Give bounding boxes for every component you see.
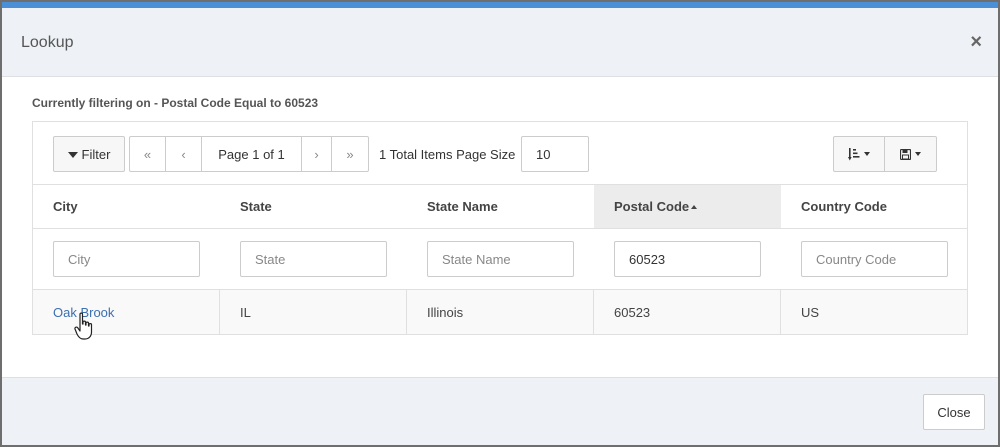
prev-page-button[interactable]: ‹ xyxy=(166,137,202,171)
column-header-city[interactable]: City xyxy=(33,185,220,228)
dialog-footer: Close xyxy=(2,377,998,445)
column-filter-row xyxy=(33,229,967,290)
filter-button-label: Filter xyxy=(81,146,111,162)
sort-amount-icon xyxy=(848,147,860,160)
filter-button[interactable]: Filter xyxy=(53,136,125,172)
lookup-dialog: Lookup × Currently filtering on - Postal… xyxy=(0,0,1000,447)
column-header-state[interactable]: State xyxy=(220,185,407,228)
column-header-postal-code[interactable]: Postal Code xyxy=(594,185,781,228)
hand-cursor-icon xyxy=(74,312,93,340)
column-header-row: City State State Name Postal Code Countr… xyxy=(33,185,967,229)
state-name-filter-input[interactable] xyxy=(427,241,574,277)
sort-ascending-icon xyxy=(691,204,698,209)
close-button[interactable]: Close xyxy=(923,394,985,430)
cell-state: IL xyxy=(220,290,407,334)
export-menu-button[interactable] xyxy=(885,137,936,171)
state-filter-input[interactable] xyxy=(240,241,387,277)
grid-toolbar: Filter « ‹ Page 1 of 1 › » 1 Total Items… xyxy=(33,122,967,185)
pager: « ‹ Page 1 of 1 › » xyxy=(129,136,369,172)
first-page-button[interactable]: « xyxy=(130,137,166,171)
filter-description: Currently filtering on - Postal Code Equ… xyxy=(32,96,319,110)
close-icon[interactable]: × xyxy=(970,32,982,52)
page-size-input[interactable] xyxy=(521,136,589,172)
total-items-label: 1 Total Items Page Size xyxy=(379,147,516,162)
column-header-country-code[interactable]: Country Code xyxy=(781,185,967,228)
chevron-down-icon xyxy=(915,152,921,156)
floppy-disk-icon xyxy=(900,148,911,160)
cell-postal-code: 60523 xyxy=(594,290,781,334)
column-header-state-name[interactable]: State Name xyxy=(407,185,594,228)
grid-actions xyxy=(833,136,937,172)
dialog-title: Lookup xyxy=(21,34,74,51)
cell-state-name: Illinois xyxy=(407,290,594,334)
cell-country-code: US xyxy=(801,304,820,320)
postal-code-filter-input[interactable] xyxy=(614,241,761,277)
dialog-header: Lookup × xyxy=(2,8,998,77)
table-row[interactable]: Oak Brook IL Illinois 60523 US xyxy=(33,290,967,334)
cell-city: Oak Brook xyxy=(33,290,220,334)
next-page-button[interactable]: › xyxy=(302,137,332,171)
country-code-filter-input[interactable] xyxy=(801,241,948,277)
chevron-down-icon xyxy=(864,152,870,156)
filter-icon xyxy=(67,152,78,158)
page-info: Page 1 of 1 xyxy=(202,137,302,171)
lookup-grid: Filter « ‹ Page 1 of 1 › » 1 Total Items… xyxy=(32,121,968,335)
sort-menu-button[interactable] xyxy=(834,137,885,171)
last-page-button[interactable]: » xyxy=(332,137,368,171)
city-filter-input[interactable] xyxy=(53,241,200,277)
